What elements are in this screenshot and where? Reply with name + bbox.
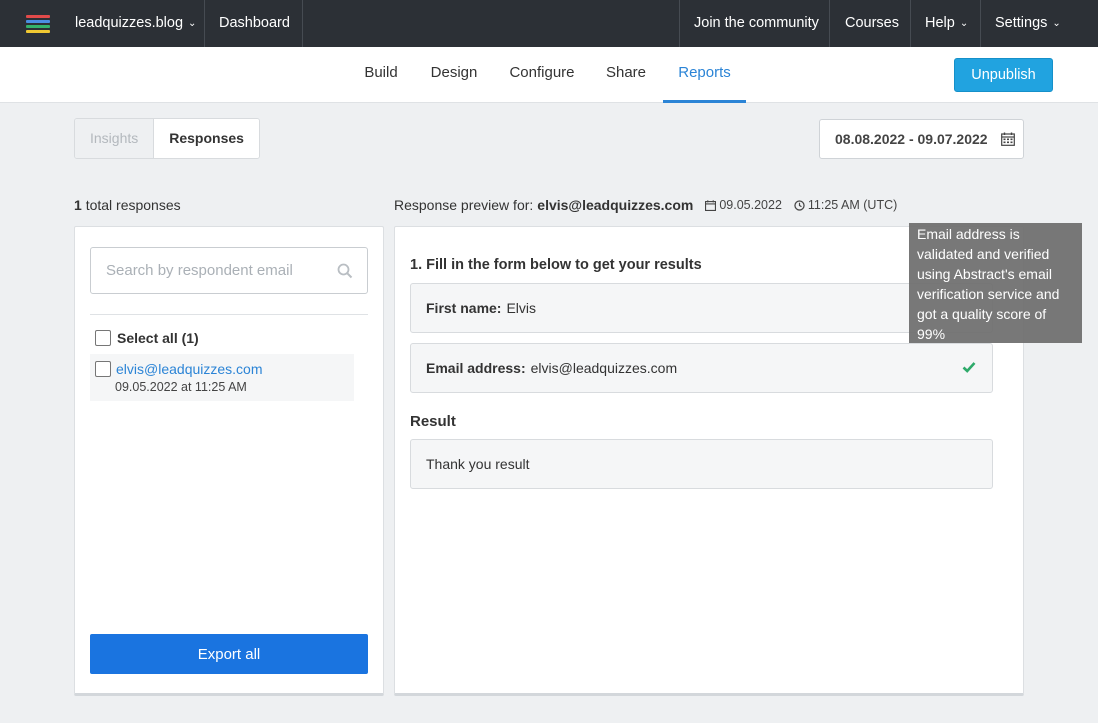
export-all-button[interactable]: Export all <box>90 634 368 674</box>
clock-icon <box>794 199 805 211</box>
tab-share[interactable]: Share <box>604 47 648 103</box>
courses-label: Courses <box>845 15 899 31</box>
tab-configure[interactable]: Configure <box>507 47 577 103</box>
calendar-icon <box>1001 132 1015 146</box>
field-label: Email address: <box>426 360 526 376</box>
dashboard-link[interactable]: Dashboard <box>204 0 304 47</box>
question-title: 1. Fill in the form below to get your re… <box>410 257 702 273</box>
preview-date: 09.05.2022 <box>705 198 782 212</box>
date-range-picker[interactable]: 08.08.2022 - 09.07.2022 <box>819 119 1024 159</box>
search-input[interactable] <box>90 247 368 294</box>
settings-label: Settings <box>995 15 1048 31</box>
chevron-down-icon: ⌄ <box>188 18 197 29</box>
response-email-link[interactable]: elvis@leadquizzes.com <box>116 361 263 377</box>
tab-build[interactable]: Build <box>362 47 400 103</box>
divider <box>90 314 368 315</box>
preview-time: 11:25 AM (UTC) <box>794 198 897 212</box>
list-item[interactable]: elvis@leadquizzes.com 09.05.2022 at 11:2… <box>90 354 354 401</box>
result-title: Result <box>410 413 456 430</box>
top-bar: leadquizzes.blog ⌄ Dashboard Join the com… <box>0 0 1098 47</box>
total-responses: 1 total responses <box>74 197 181 213</box>
view-toggle: Insights Responses <box>74 118 260 159</box>
search-icon <box>337 263 353 279</box>
tab-reports[interactable]: Reports <box>663 47 746 103</box>
settings-dropdown[interactable]: Settings ⌄ <box>980 0 1075 47</box>
response-checkbox[interactable] <box>95 361 111 377</box>
email-field: Email address: elvis@leadquizzes.com <box>410 343 993 393</box>
help-label: Help <box>925 15 955 31</box>
date-range-value: 08.08.2022 - 09.07.2022 <box>835 131 988 147</box>
total-label: total responses <box>85 197 181 213</box>
workspace-label: leadquizzes.blog <box>75 15 184 31</box>
topbar-divider <box>302 0 303 47</box>
preview-label: Response preview for: <box>394 197 534 213</box>
preview-header: Response preview for: elvis@leadquizzes.… <box>394 197 897 213</box>
community-link[interactable]: Join the community <box>679 0 833 47</box>
field-value: Elvis <box>506 300 537 316</box>
select-all-label: Select all (1) <box>117 330 199 346</box>
select-all[interactable]: Select all (1) <box>95 330 199 346</box>
dashboard-label: Dashboard <box>219 15 290 31</box>
result-field: Thank you result <box>410 439 993 489</box>
preview-time-value: 11:25 AM (UTC) <box>807 198 898 212</box>
toggle-responses[interactable]: Responses <box>153 119 259 158</box>
field-label: First name: <box>426 300 502 316</box>
unpublish-button[interactable]: Unpublish <box>954 58 1053 92</box>
quiz-nav: Build Design Configure Share Reports Unp… <box>0 47 1098 103</box>
first-name-field: First name: Elvis <box>410 283 993 333</box>
tab-design[interactable]: Design <box>428 47 480 103</box>
community-label: Join the community <box>694 15 819 31</box>
calendar-icon <box>705 199 717 211</box>
field-value: elvis@leadquizzes.com <box>530 360 678 376</box>
workspace-dropdown[interactable]: leadquizzes.blog ⌄ <box>61 0 210 47</box>
total-count: 1 <box>74 197 82 213</box>
preview-email: elvis@leadquizzes.com <box>537 197 694 213</box>
preview-date-value: 09.05.2022 <box>719 198 782 212</box>
response-date: 09.05.2022 at 11:25 AM <box>115 380 247 394</box>
check-icon[interactable] <box>962 360 976 374</box>
result-value: Thank you result <box>426 456 530 472</box>
courses-link[interactable]: Courses <box>829 0 914 47</box>
help-dropdown[interactable]: Help ⌄ <box>910 0 982 47</box>
responses-list-panel: Select all (1) elvis@leadquizzes.com 09.… <box>74 226 384 696</box>
select-all-checkbox[interactable] <box>95 330 111 346</box>
email-verification-tooltip: Email address is validated and verified … <box>909 223 1082 343</box>
chevron-down-icon: ⌄ <box>959 18 969 29</box>
chevron-down-icon: ⌄ <box>1052 18 1061 29</box>
toggle-insights[interactable]: Insights <box>75 119 154 158</box>
